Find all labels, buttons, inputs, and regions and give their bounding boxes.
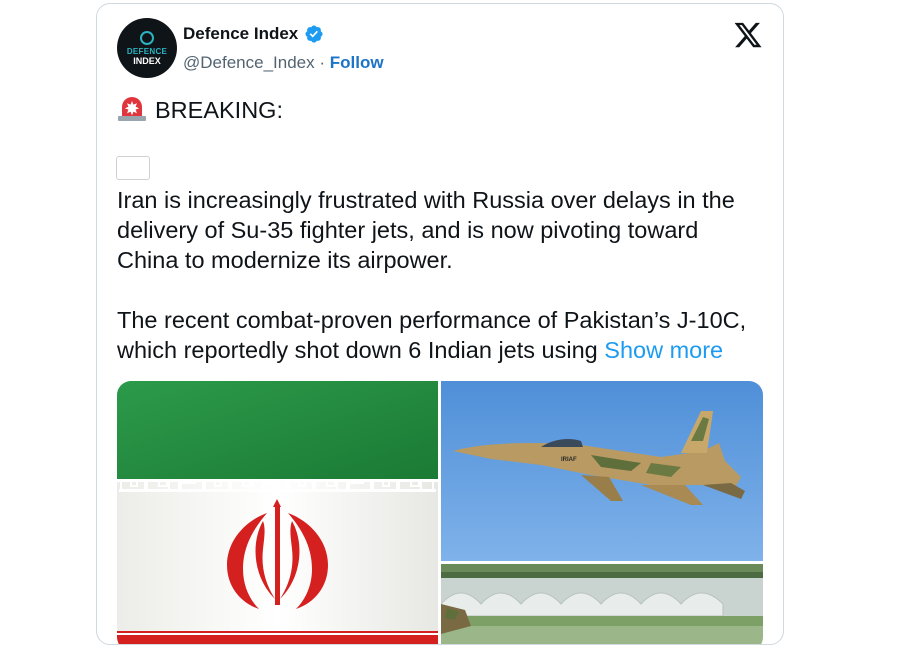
iran-flag-emoji-icon [117,157,149,179]
tweet-paragraph-1 [117,155,765,185]
tweet-text: BREAKING: Iran is increasingly frustrate… [117,94,765,365]
separator-dot: · [319,53,326,72]
paragraph-1-text: Iran is increasingly frustrated with Rus… [117,187,735,273]
x-logo-icon[interactable] [733,20,763,50]
iran-flag-image[interactable] [117,381,438,644]
media-right-column: IRIAF [441,381,763,644]
jet-marking: IRIAF [561,457,577,463]
fighter-jet-on-runway-image[interactable] [441,564,763,644]
avatar-text-top: DEFENCE [126,46,168,56]
show-more-link[interactable]: Show more [604,337,723,363]
avatar[interactable]: DEFENCE INDEX [117,18,177,78]
tweet-heading-line: BREAKING: [117,94,765,125]
follow-button[interactable]: Follow [330,53,384,72]
tweet-paragraph-2: The recent combat-proven performance of … [117,305,765,365]
verified-badge-icon [304,24,324,44]
avatar-text-bottom: INDEX [133,55,161,66]
author-name[interactable]: Defence Index [183,24,298,44]
author-handle-row: @Defence_Index · Follow [183,53,384,73]
author-name-row: Defence Index [183,24,324,44]
author-handle[interactable]: @Defence_Index [183,53,315,72]
siren-emoji-icon [117,94,147,122]
media-grid: IRIAF [117,381,763,644]
tweet-heading: BREAKING: [155,97,283,123]
tweet-card[interactable]: DEFENCE INDEX Defence Index @Defence_Ind… [96,3,784,645]
su-35-fighter-jet-image[interactable]: IRIAF [441,381,763,561]
avatar-logo-icon [140,30,154,45]
